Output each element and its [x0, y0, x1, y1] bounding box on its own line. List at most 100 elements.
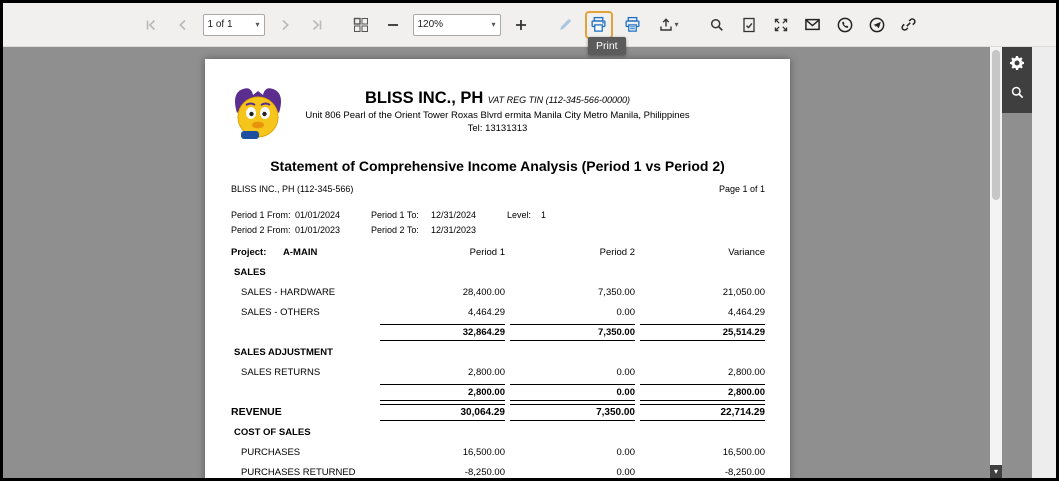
report-page: BLISS INC., PH VAT REG TIN (112-345-566-…: [205, 59, 790, 478]
row-value: 4,464.29: [728, 306, 765, 318]
whatsapp-icon: [836, 16, 854, 34]
minus-icon: [385, 17, 401, 33]
link-icon: [900, 16, 917, 33]
period-row-1: Period 1 From: 01/01/2024 Period 1 To: 1…: [231, 207, 546, 222]
row-value: 2,800.00: [380, 383, 505, 401]
zoom-out-button[interactable]: [381, 13, 405, 37]
search-panel-tab-button[interactable]: [1005, 83, 1029, 107]
company-vat: VAT REG TIN (112-345-566-00000): [487, 95, 630, 105]
whatsapp-share-button[interactable]: [833, 13, 857, 37]
print-page-button[interactable]: [621, 13, 645, 37]
email-share-button[interactable]: [801, 13, 825, 37]
row-value: 22,714.29: [640, 403, 765, 421]
row-value: 32,864.29: [380, 323, 505, 341]
document-check-icon: [741, 17, 757, 33]
mail-icon: [804, 16, 821, 33]
row-value: -8,250.00: [464, 466, 505, 478]
row-label: COST OF SALES: [234, 426, 311, 438]
row-label: SALES - HARDWARE: [241, 286, 336, 298]
row-label: PURCHASES RETURNED: [241, 466, 356, 478]
row-value: 0.00: [616, 446, 636, 458]
send-icon: [868, 16, 886, 34]
row-value: 2,800.00: [468, 366, 505, 378]
row-value: 21,050.00: [722, 286, 765, 298]
period-filters: Period 1 From: 01/01/2024 Period 1 To: 1…: [231, 207, 546, 237]
page-select-value: 1 of 1: [207, 19, 233, 30]
table-row: SALES - HARDWARE 28,400.00 7,350.00 21,050.…: [205, 282, 790, 302]
multipage-view-button[interactable]: [349, 13, 373, 37]
vertical-scrollbar[interactable]: [990, 47, 1002, 478]
meta-page-number: Page 1 of 1: [718, 184, 765, 194]
table-row: 2,800.00 0.00 2,800.00: [205, 382, 790, 402]
right-panel-tabs: [1002, 47, 1032, 113]
zoom-select[interactable]: 120% ▾: [412, 13, 501, 36]
document-viewer: BLISS INC., PH VAT REG TIN (112-345-566-…: [3, 47, 1056, 478]
meta-company-tin: BLISS INC., PH (112-345-566): [231, 184, 354, 194]
table-row: SALES: [205, 262, 790, 282]
chevron-down-icon: ▾: [674, 20, 679, 29]
table-header-row: Project: A-MAIN Period 1 Period 2 Varian…: [205, 242, 790, 262]
row-value: 16,500.00: [462, 446, 505, 458]
settings-tab-button[interactable]: [1005, 54, 1029, 78]
table-row: SALES RETURNS 2,800.00 0.00 2,800.00: [205, 362, 790, 382]
search-icon: [1010, 85, 1025, 105]
period-row-2: Period 2 From: 01/01/2023 Period 2 To: 1…: [231, 222, 546, 237]
project-label: Project:: [231, 246, 267, 258]
period1-from-label: Period 1 From:: [231, 209, 291, 220]
table-row: SALES ADJUSTMENT: [205, 342, 790, 362]
first-page-icon: [143, 17, 159, 33]
row-label: SALES ADJUSTMENT: [234, 346, 333, 358]
export-button[interactable]: ▾: [653, 13, 685, 37]
scrollbar-thumb[interactable]: [992, 50, 1000, 200]
project-value: A-MAIN: [283, 246, 318, 258]
highlight-editing-fields-button[interactable]: [553, 13, 577, 37]
row-value: 7,350.00: [510, 323, 635, 341]
row-value: 0.00: [616, 366, 636, 378]
row-value: 28,400.00: [462, 286, 505, 298]
previous-page-button[interactable]: [171, 13, 195, 37]
report-rows: SALES SALES - HARDWARE 28,400.00 7,350.00 21…: [205, 262, 790, 478]
zoom-select-value: 120%: [417, 19, 444, 30]
telegram-share-button[interactable]: [865, 13, 889, 37]
column-header-variance: Variance: [728, 246, 765, 258]
zoom-in-button[interactable]: [509, 13, 533, 37]
first-page-button[interactable]: [139, 13, 163, 37]
column-header-period2: Period 2: [599, 246, 635, 258]
search-button[interactable]: [705, 13, 729, 37]
last-page-button[interactable]: [305, 13, 329, 37]
scroll-down-button[interactable]: ▾: [990, 465, 1002, 478]
print-tooltip: Print: [588, 37, 626, 55]
document-verify-button[interactable]: [737, 13, 761, 37]
period2-from-value: 01/01/2023: [295, 224, 341, 235]
print-page-icon: [624, 16, 641, 33]
table-row: COST OF SALES: [205, 422, 790, 442]
chevron-right-icon: [277, 17, 293, 33]
copy-link-button[interactable]: [897, 13, 921, 37]
level-value: 1: [541, 209, 547, 220]
period2-to-label: Period 2 To:: [371, 224, 419, 235]
next-page-button[interactable]: [273, 13, 297, 37]
income-table: Project: A-MAIN Period 1 Period 2 Varian…: [205, 242, 790, 478]
table-row: REVENUE 30,064.29 7,350.00 22,714.29: [205, 402, 790, 422]
print-button[interactable]: [588, 14, 610, 36]
last-page-icon: [309, 17, 325, 33]
print-icon: [590, 16, 607, 33]
row-value: 16,500.00: [722, 446, 765, 458]
export-icon: [658, 17, 674, 33]
chevron-left-icon: [175, 17, 191, 33]
chevron-down-icon: ▾: [491, 20, 496, 29]
table-row: PURCHASES RETURNED -8,250.00 0.00 -8,250.00: [205, 462, 790, 478]
print-button-highlight: [584, 10, 613, 39]
level-label: Level:: [507, 209, 532, 220]
report-title: Statement of Comprehensive Income Analys…: [270, 158, 725, 174]
company-tel: Tel: 13131313: [467, 123, 528, 134]
page-select[interactable]: 1 of 1 ▾: [202, 13, 265, 36]
chevron-down-icon: ▾: [993, 467, 998, 476]
fullscreen-button[interactable]: [769, 13, 793, 37]
multipage-icon: [353, 17, 369, 33]
table-row: SALES - OTHERS 4,464.29 0.00 4,464.29: [205, 302, 790, 322]
period2-from-label: Period 2 From:: [231, 224, 291, 235]
row-value: 0.00: [510, 383, 635, 401]
period1-to-label: Period 1 To:: [371, 209, 419, 220]
row-value: 0.00: [616, 306, 636, 318]
